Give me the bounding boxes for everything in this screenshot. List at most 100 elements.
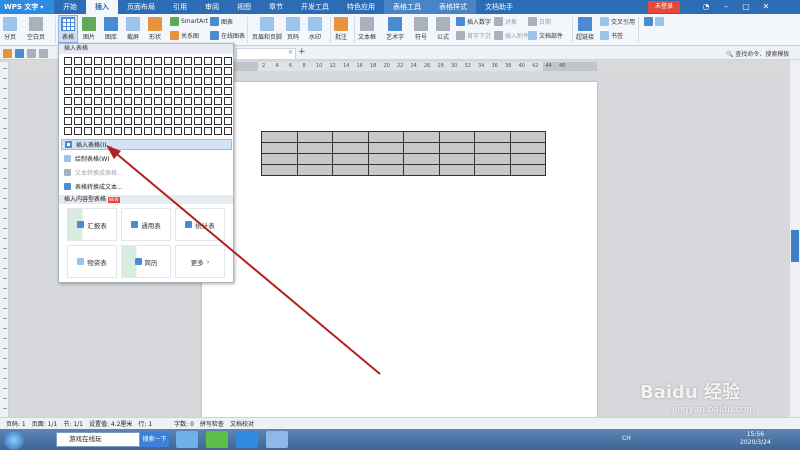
browser-icon[interactable] — [206, 431, 228, 448]
table-cell[interactable] — [332, 164, 369, 176]
grid-cell[interactable] — [174, 107, 182, 115]
grid-cell[interactable] — [104, 127, 112, 135]
table-button[interactable]: 表格 — [58, 15, 78, 43]
text-to-table-item[interactable]: 文本转换成表格... — [61, 167, 232, 178]
table-cell[interactable] — [474, 164, 511, 176]
grid-cell[interactable] — [64, 127, 72, 135]
menu-tab[interactable]: 特色应用 — [338, 0, 384, 14]
grid-cell[interactable] — [134, 117, 142, 125]
object-button[interactable]: 对象 — [494, 17, 517, 26]
grid-cell[interactable] — [134, 107, 142, 115]
grid-cell[interactable] — [104, 87, 112, 95]
extra-tool-icon[interactable] — [644, 17, 666, 26]
grid-cell[interactable] — [94, 67, 102, 75]
wps-icon[interactable] — [236, 431, 258, 448]
grid-cell[interactable] — [124, 107, 132, 115]
grid-cell[interactable] — [84, 127, 92, 135]
menu-tab[interactable]: 章节 — [260, 0, 292, 14]
grid-cell[interactable] — [114, 127, 122, 135]
grid-cell[interactable] — [104, 117, 112, 125]
table-cell[interactable] — [403, 142, 440, 154]
shape-button[interactable]: 形状 — [148, 17, 162, 41]
template-general[interactable]: 通用表 — [121, 208, 171, 241]
vertical-scrollbar[interactable] — [790, 60, 800, 417]
grid-cell[interactable] — [184, 57, 192, 65]
draw-table-item[interactable]: 绘制表格(W) — [61, 153, 232, 164]
grid-cell[interactable] — [84, 87, 92, 95]
grid-cell[interactable] — [64, 87, 72, 95]
table-cell[interactable] — [367, 131, 404, 143]
grid-cell[interactable] — [74, 77, 82, 85]
grid-cell[interactable] — [194, 87, 202, 95]
grid-cell[interactable] — [84, 67, 92, 75]
grid-cell[interactable] — [224, 57, 232, 65]
table-cell[interactable] — [261, 142, 298, 154]
table-cell[interactable] — [474, 153, 511, 165]
grid-cell[interactable] — [204, 87, 212, 95]
screenshot-button[interactable]: 截屏 — [126, 17, 140, 41]
table-cell[interactable] — [403, 153, 440, 165]
grid-cell[interactable] — [114, 87, 122, 95]
grid-cell[interactable] — [214, 87, 222, 95]
cross-ref-button[interactable]: 交叉引用 — [600, 17, 635, 26]
grid-cell[interactable] — [64, 57, 72, 65]
grid-cell[interactable] — [144, 107, 152, 115]
grid-cell[interactable] — [64, 77, 72, 85]
grid-cell[interactable] — [94, 87, 102, 95]
grid-cell[interactable] — [114, 117, 122, 125]
grid-cell[interactable] — [164, 57, 172, 65]
menu-tab[interactable]: 视图 — [228, 0, 260, 14]
grid-cell[interactable] — [164, 87, 172, 95]
table-cell[interactable] — [261, 131, 298, 143]
grid-cell[interactable] — [184, 87, 192, 95]
table-cell[interactable] — [367, 164, 404, 176]
grid-cell[interactable] — [104, 67, 112, 75]
template-more[interactable]: 更多 › — [175, 245, 225, 278]
grid-cell[interactable] — [74, 127, 82, 135]
grid-cell[interactable] — [104, 57, 112, 65]
grid-cell[interactable] — [194, 127, 202, 135]
scrollbar-thumb[interactable] — [791, 230, 799, 262]
grid-cell[interactable] — [134, 87, 142, 95]
menu-tab[interactable]: 审阅 — [196, 0, 228, 14]
print-icon[interactable] — [27, 49, 38, 58]
open-icon[interactable] — [3, 49, 14, 58]
table-cell[interactable] — [403, 164, 440, 176]
grid-cell[interactable] — [84, 107, 92, 115]
grid-cell[interactable] — [154, 107, 162, 115]
hyperlink-button[interactable]: 超链接 — [576, 17, 594, 41]
grid-cell[interactable] — [194, 67, 202, 75]
grid-cell[interactable] — [224, 87, 232, 95]
grid-cell[interactable] — [64, 67, 72, 75]
grid-cell[interactable] — [204, 117, 212, 125]
grid-cell[interactable] — [214, 107, 222, 115]
table-cell[interactable] — [438, 153, 475, 165]
table-cell[interactable] — [509, 142, 546, 154]
grid-cell[interactable] — [94, 57, 102, 65]
doc-parts-button[interactable]: 文档部件 — [528, 31, 563, 40]
grid-cell[interactable] — [84, 97, 92, 105]
table-cell[interactable] — [296, 142, 333, 154]
grid-cell[interactable] — [204, 57, 212, 65]
grid-cell[interactable] — [84, 57, 92, 65]
page-number-button[interactable]: 页码 — [286, 17, 300, 41]
grid-cell[interactable] — [144, 117, 152, 125]
document-tab[interactable]: × — [236, 48, 296, 59]
grid-cell[interactable] — [74, 107, 82, 115]
grid-cell[interactable] — [74, 57, 82, 65]
menu-tab[interactable]: 页面布局 — [118, 0, 164, 14]
attachment-button[interactable]: 插入附件 — [494, 31, 529, 40]
relation-chart-button[interactable]: 关系图 — [170, 31, 199, 40]
grid-cell[interactable] — [154, 87, 162, 95]
grid-cell[interactable] — [74, 97, 82, 105]
menu-tab[interactable]: 插入 — [86, 0, 118, 14]
table-cell[interactable] — [296, 153, 333, 165]
table-cell[interactable] — [509, 164, 546, 176]
grid-cell[interactable] — [114, 107, 122, 115]
grid-cell[interactable] — [124, 57, 132, 65]
table-cell[interactable] — [367, 153, 404, 165]
grid-cell[interactable] — [224, 107, 232, 115]
date-button[interactable]: 日期 — [528, 17, 551, 26]
table-cell[interactable] — [296, 164, 333, 176]
grid-cell[interactable] — [174, 87, 182, 95]
